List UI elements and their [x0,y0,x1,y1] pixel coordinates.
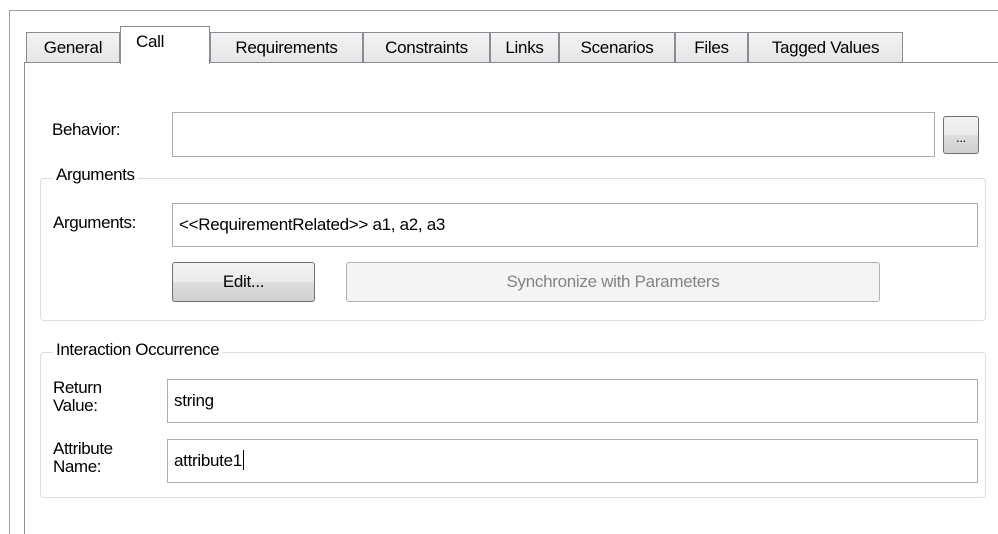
tab-general[interactable]: General [26,32,120,62]
interaction-occurrence-caption: Interaction Occurrence [53,340,223,360]
tab-requirements[interactable]: Requirements [210,32,363,62]
frame-border-left [9,10,10,534]
tab-scenarios[interactable]: Scenarios [559,32,675,62]
synchronize-parameters-button[interactable]: Synchronize with Parameters [346,262,880,302]
behavior-browse-button[interactable]: ... [943,116,979,154]
tab-call[interactable]: Call [120,26,210,64]
arguments-field[interactable]: <<RequirementRelated>> a1, a2, a3 [172,203,978,247]
tab-tagged-values[interactable]: Tagged Values [748,32,903,62]
return-value-field[interactable]: string [167,379,978,423]
arguments-group-caption: Arguments [53,165,138,185]
arguments-label: Arguments: [53,213,136,232]
return-value-label: Return Value: [53,378,102,415]
edit-arguments-button[interactable]: Edit... [172,262,315,302]
tab-constraints[interactable]: Constraints [363,32,490,62]
text-cursor [242,450,244,470]
behavior-label: Behavior: [52,120,121,139]
attribute-name-field[interactable]: attribute1 [167,439,978,483]
tab-links[interactable]: Links [490,32,559,62]
tab-files[interactable]: Files [675,32,748,62]
behavior-field[interactable] [172,112,935,157]
call-properties-dialog: General Call Requirements Constraints Li… [0,0,998,534]
attribute-name-label: Attribute Name: [53,439,113,476]
attribute-name-value: attribute1 [174,451,242,470]
